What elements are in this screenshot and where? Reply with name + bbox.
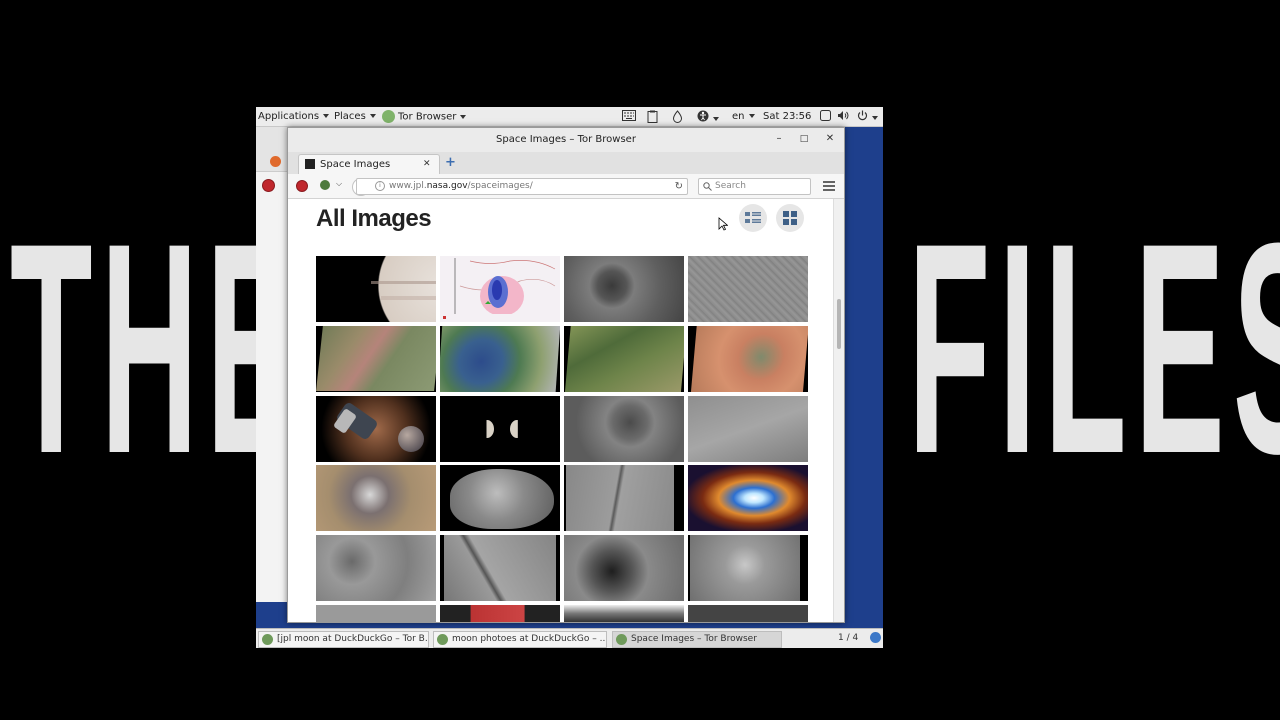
onion-status-icon[interactable] — [672, 110, 683, 127]
image-thumbnail[interactable] — [688, 326, 808, 392]
overlay-left-text: THE — [10, 180, 305, 516]
task-label: Space Images – Tor Browser — [631, 634, 757, 644]
url-bar[interactable]: i www.jpl.nasa.gov/spaceimages/ ↻ — [356, 178, 688, 195]
image-thumbnail[interactable] — [564, 605, 684, 622]
image-thumbnail[interactable] — [440, 605, 560, 622]
close-button[interactable]: ✕ — [824, 133, 836, 145]
image-thumbnail[interactable] — [688, 605, 808, 622]
tab-label: Space Images — [320, 159, 391, 170]
image-thumbnail[interactable] — [688, 465, 808, 531]
workspace-indicator[interactable]: 1 / 4 — [838, 633, 858, 643]
workspace-icon[interactable] — [870, 632, 881, 643]
desktop-screen: Applications Places Tor Browser en Sat 2… — [256, 107, 883, 648]
image-thumbnail[interactable] — [688, 256, 808, 322]
grid-view-button[interactable] — [776, 204, 804, 232]
keyboard-icon[interactable] — [622, 110, 636, 125]
navigation-toolbar: ⌵ ← iwww.jpl.nasa.gov/spaceimages/ ↻ Sea… — [288, 174, 844, 199]
firefox-icon — [270, 156, 281, 167]
image-thumbnail[interactable] — [440, 256, 560, 322]
browser-window: Space Images – Tor Browser – □ ✕ Space I… — [287, 127, 845, 623]
task-label: [jpl moon at DuckDuckGo – Tor B... — [277, 634, 429, 644]
tor-browser-icon — [262, 634, 273, 645]
image-thumbnail[interactable] — [316, 465, 436, 531]
image-thumbnail[interactable] — [564, 396, 684, 462]
task-item-jpl-moon[interactable]: [jpl moon at DuckDuckGo – Tor B... — [258, 631, 429, 648]
image-thumbnail[interactable] — [316, 326, 436, 392]
power-icon[interactable] — [857, 110, 878, 125]
image-thumbnail[interactable] — [316, 396, 436, 462]
noscript-icon[interactable] — [296, 180, 308, 192]
window-list-taskbar: [jpl moon at DuckDuckGo – Tor B... moon … — [256, 628, 883, 648]
grid-view-icon — [783, 211, 797, 225]
image-thumbnail[interactable] — [688, 396, 808, 462]
places-menu[interactable]: Places — [334, 110, 376, 123]
image-thumbnail[interactable] — [440, 326, 560, 392]
tor-browser-icon — [616, 634, 627, 645]
image-thumbnail[interactable] — [688, 535, 808, 601]
search-box[interactable]: Search — [698, 178, 811, 195]
tab-space-images[interactable]: Space Images ✕ — [298, 154, 440, 175]
new-tab-button[interactable]: + — [445, 155, 456, 170]
clock[interactable]: Sat 23:56 — [763, 110, 811, 123]
scrollbar-thumb[interactable] — [837, 299, 841, 349]
tor-browser-icon — [437, 634, 448, 645]
language-label: en — [732, 111, 745, 122]
minimize-button[interactable]: – — [773, 133, 785, 145]
image-thumbnail[interactable] — [316, 605, 436, 622]
jpl-favicon — [305, 159, 315, 169]
page-content: All Images — [288, 199, 833, 622]
clipboard-icon[interactable] — [647, 110, 658, 127]
screen-icon[interactable] — [820, 110, 831, 125]
list-view-icon — [745, 212, 761, 223]
top-panel: Applications Places Tor Browser en Sat 2… — [256, 107, 883, 127]
app-name-label: Tor Browser — [398, 111, 457, 123]
volume-icon[interactable] — [837, 110, 849, 125]
tab-close-icon[interactable]: ✕ — [423, 159, 431, 169]
image-thumbnail[interactable] — [564, 535, 684, 601]
mouse-cursor-icon — [718, 217, 728, 231]
tab-bar: Space Images ✕ + — [288, 152, 844, 175]
image-thumbnail[interactable] — [440, 535, 560, 601]
search-placeholder: Search — [715, 181, 746, 191]
language-selector[interactable]: en — [732, 110, 755, 123]
hamburger-menu-icon[interactable] — [823, 181, 835, 191]
image-thumbnail[interactable] — [564, 465, 684, 531]
image-thumbnail[interactable] — [564, 326, 684, 392]
noscript-icon[interactable] — [262, 179, 275, 192]
page-title: All Images — [316, 205, 432, 232]
overlay-right-text: FILES — [908, 180, 1280, 516]
accessibility-icon[interactable] — [697, 110, 719, 126]
search-icon — [703, 182, 712, 191]
tor-onion-icon — [382, 110, 395, 123]
places-label: Places — [334, 111, 366, 122]
chevron-down-icon[interactable]: ⌵ — [336, 179, 342, 189]
image-thumbnail[interactable] — [316, 535, 436, 601]
page-scrollbar[interactable] — [833, 199, 844, 622]
image-thumbnail[interactable] — [564, 256, 684, 322]
maximize-button[interactable]: □ — [798, 133, 810, 145]
window-title: Space Images – Tor Browser — [496, 134, 636, 145]
image-thumbnail[interactable] — [440, 465, 560, 531]
reload-icon[interactable]: ↻ — [675, 179, 683, 194]
image-thumbnail[interactable] — [316, 256, 436, 322]
info-icon[interactable]: i — [375, 180, 385, 191]
tor-button-icon[interactable] — [320, 180, 330, 190]
app-menu[interactable]: Tor Browser — [382, 110, 467, 124]
applications-menu[interactable]: Applications — [258, 110, 330, 123]
task-item-space-images[interactable]: Space Images – Tor Browser — [612, 631, 782, 648]
task-label: moon photoes at DuckDuckGo – ... — [452, 634, 607, 644]
url-path: /spaceimages/ — [467, 181, 533, 191]
applications-label: Applications — [258, 111, 320, 122]
image-thumbnail[interactable] — [440, 396, 560, 462]
url-domain: nasa.gov — [426, 181, 468, 191]
list-view-button[interactable] — [739, 204, 767, 232]
url-prefix: www.jpl. — [389, 181, 427, 191]
task-item-moon-photoes[interactable]: moon photoes at DuckDuckGo – ... — [433, 631, 607, 648]
window-titlebar[interactable]: Space Images – Tor Browser – □ ✕ — [288, 128, 844, 152]
